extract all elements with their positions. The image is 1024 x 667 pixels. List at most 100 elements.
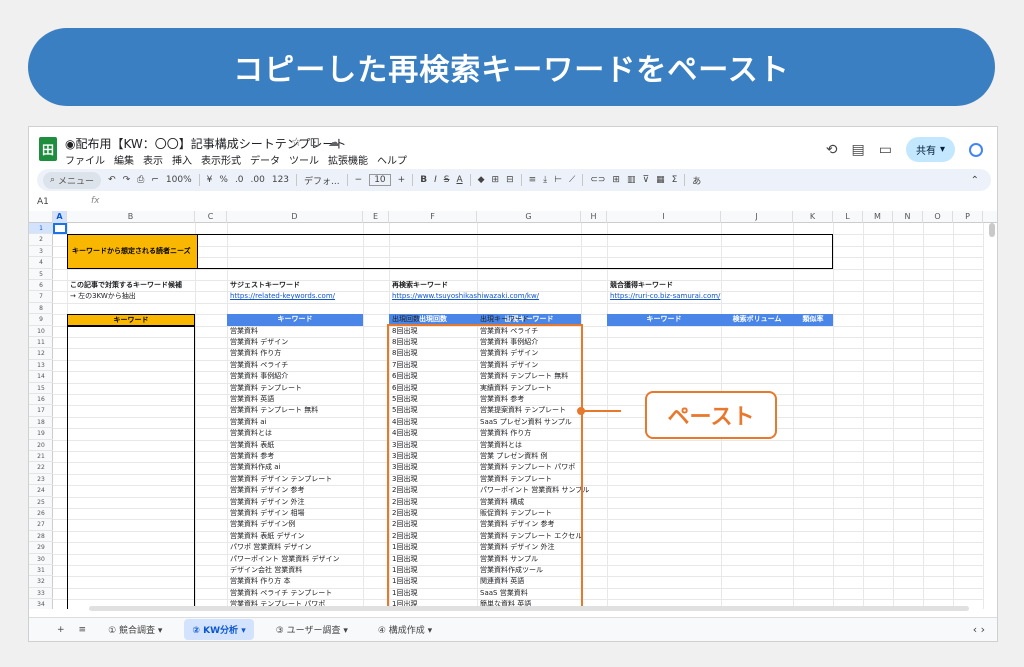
competitor-keyword-link[interactable]: https://ruri-co.biz-samurai.com/ — [610, 291, 720, 302]
column-header-f[interactable]: F — [389, 211, 477, 223]
bold-button[interactable]: B — [420, 175, 427, 185]
row-header[interactable]: 19 — [29, 428, 53, 440]
sheets-logo-icon[interactable]: 田 — [39, 137, 57, 161]
row-header[interactable]: 16 — [29, 394, 53, 406]
row-header[interactable]: 1 — [29, 223, 53, 235]
horizontal-align-icon[interactable]: ≡ — [529, 175, 537, 185]
currency-button[interactable]: ¥ — [207, 175, 213, 185]
vertical-align-icon[interactable]: ⤓ — [543, 175, 547, 185]
insert-comment-icon[interactable]: ⊞ — [612, 175, 620, 185]
row-header[interactable]: 13 — [29, 360, 53, 372]
column-header-g[interactable]: G — [477, 211, 581, 223]
menu-tools[interactable]: ツール — [289, 152, 319, 167]
row-header[interactable]: 6 — [29, 280, 53, 292]
menu-insert[interactable]: 挿入 — [172, 152, 192, 167]
font-size-input[interactable]: 10 — [369, 174, 391, 186]
row-header[interactable]: 8 — [29, 303, 53, 315]
column-header-k[interactable]: K — [793, 211, 833, 223]
column-header-c[interactable]: C — [195, 211, 227, 223]
font-select[interactable]: デフォ... — [304, 174, 340, 187]
share-button[interactable]: 共有 ▾ — [905, 137, 955, 162]
row-header[interactable]: 34 — [29, 599, 53, 609]
menu-file[interactable]: ファイル — [65, 152, 105, 167]
strikethrough-button[interactable]: S — [444, 175, 450, 185]
text-wrap-icon[interactable]: ⊢ — [554, 175, 562, 185]
collapse-menu-icon[interactable]: ⌃ — [971, 175, 979, 186]
column-header-d[interactable]: D — [227, 211, 363, 223]
target-keyword-box[interactable] — [67, 325, 195, 609]
row-header[interactable]: 24 — [29, 485, 53, 497]
name-box[interactable]: A1 — [37, 197, 49, 207]
tab-structure[interactable]: ④ 構成作成 ▾ — [370, 619, 440, 640]
number-format-button[interactable]: 123 — [272, 175, 289, 185]
column-header-e[interactable]: E — [363, 211, 389, 223]
row-header[interactable]: 5 — [29, 269, 53, 280]
insert-link-icon[interactable]: ⊂⊃ — [590, 175, 605, 185]
tab-competitor-research[interactable]: ① 競合調査 ▾ — [100, 619, 170, 640]
menu-data[interactable]: データ — [250, 152, 280, 167]
row-header[interactable]: 29 — [29, 542, 53, 554]
tab-user-research[interactable]: ③ ユーザー調査 ▾ — [268, 619, 356, 640]
paint-format-icon[interactable]: ⌐ — [151, 175, 159, 185]
reader-needs-box[interactable]: キーワードから想定される読者ニーズ — [67, 234, 833, 269]
tab-kw-analysis[interactable]: ② KW分析 ▾ — [184, 619, 254, 640]
font-size-increase-button[interactable]: + — [398, 175, 406, 185]
row-header[interactable]: 25 — [29, 497, 53, 508]
meet-icon[interactable]: ▭ — [879, 142, 892, 158]
column-header-b[interactable]: B — [67, 211, 195, 223]
row-header[interactable]: 3 — [29, 246, 53, 258]
row-header[interactable]: 15 — [29, 383, 53, 394]
row-header[interactable]: 4 — [29, 257, 53, 269]
move-folder-icon[interactable]: ⊡ — [310, 135, 320, 149]
column-header-i[interactable]: I — [607, 211, 721, 223]
row-header[interactable]: 27 — [29, 519, 53, 531]
cloud-status-icon[interactable]: ☁ — [328, 135, 340, 149]
column-header-a[interactable]: A — [53, 211, 67, 223]
row-header[interactable]: 14 — [29, 371, 53, 383]
horizontal-scrollbar[interactable] — [89, 606, 969, 611]
column-header-p[interactable]: P — [953, 211, 983, 223]
research-keyword-link[interactable]: https://www.tsuyoshikashiwazaki.com/kw/ — [392, 291, 539, 302]
row-header[interactable]: 9 — [29, 314, 53, 326]
row-header[interactable]: 23 — [29, 474, 53, 486]
row-header[interactable]: 33 — [29, 588, 53, 600]
row-header[interactable]: 11 — [29, 337, 53, 349]
percent-button[interactable]: % — [219, 175, 228, 185]
menu-edit[interactable]: 編集 — [114, 152, 134, 167]
row-header[interactable]: 30 — [29, 554, 53, 565]
star-icon[interactable]: ☆ — [291, 135, 302, 149]
select-all-corner[interactable] — [29, 211, 53, 223]
row-header[interactable]: 18 — [29, 417, 53, 429]
comment-icon[interactable]: ▤ — [852, 142, 865, 158]
merge-cells-icon[interactable]: ⊟ — [506, 175, 514, 185]
row-header[interactable]: 20 — [29, 440, 53, 451]
menu-view[interactable]: 表示 — [143, 152, 163, 167]
history-icon[interactable]: ⟲ — [826, 142, 838, 158]
row-header[interactable]: 28 — [29, 531, 53, 543]
row-header[interactable]: 22 — [29, 462, 53, 474]
column-header-j[interactable]: J — [721, 211, 793, 223]
column-header-m[interactable]: M — [863, 211, 893, 223]
column-header-h[interactable]: H — [581, 211, 607, 223]
row-header[interactable]: 26 — [29, 508, 53, 520]
fill-color-icon[interactable]: ◆ — [478, 175, 485, 185]
row-header[interactable]: 31 — [29, 565, 53, 577]
text-rotate-icon[interactable]: ⟋ — [569, 175, 575, 185]
print-icon[interactable]: ⎙ — [137, 175, 144, 185]
column-header-n[interactable]: N — [893, 211, 923, 223]
font-size-decrease-button[interactable]: − — [355, 175, 363, 185]
row-header[interactable]: 10 — [29, 326, 53, 337]
menu-search[interactable]: ⌕ メニュー — [43, 171, 102, 189]
filter-views-icon[interactable]: ▦ — [656, 175, 665, 185]
row-header[interactable]: 12 — [29, 348, 53, 360]
add-sheet-button[interactable]: + — [57, 625, 65, 635]
redo-icon[interactable]: ↷ — [123, 175, 131, 185]
functions-icon[interactable]: Σ — [672, 175, 678, 185]
suggest-keyword-link[interactable]: https://related-keywords.com/ — [230, 291, 335, 302]
input-tools-button[interactable]: あ — [692, 174, 701, 187]
menu-extensions[interactable]: 拡張機能 — [328, 152, 368, 167]
text-color-button[interactable]: A — [456, 175, 462, 185]
sheet-nav-icon[interactable]: ‹ › — [973, 623, 985, 636]
row-header[interactable]: 32 — [29, 576, 53, 588]
vertical-scrollbar[interactable] — [989, 223, 995, 237]
